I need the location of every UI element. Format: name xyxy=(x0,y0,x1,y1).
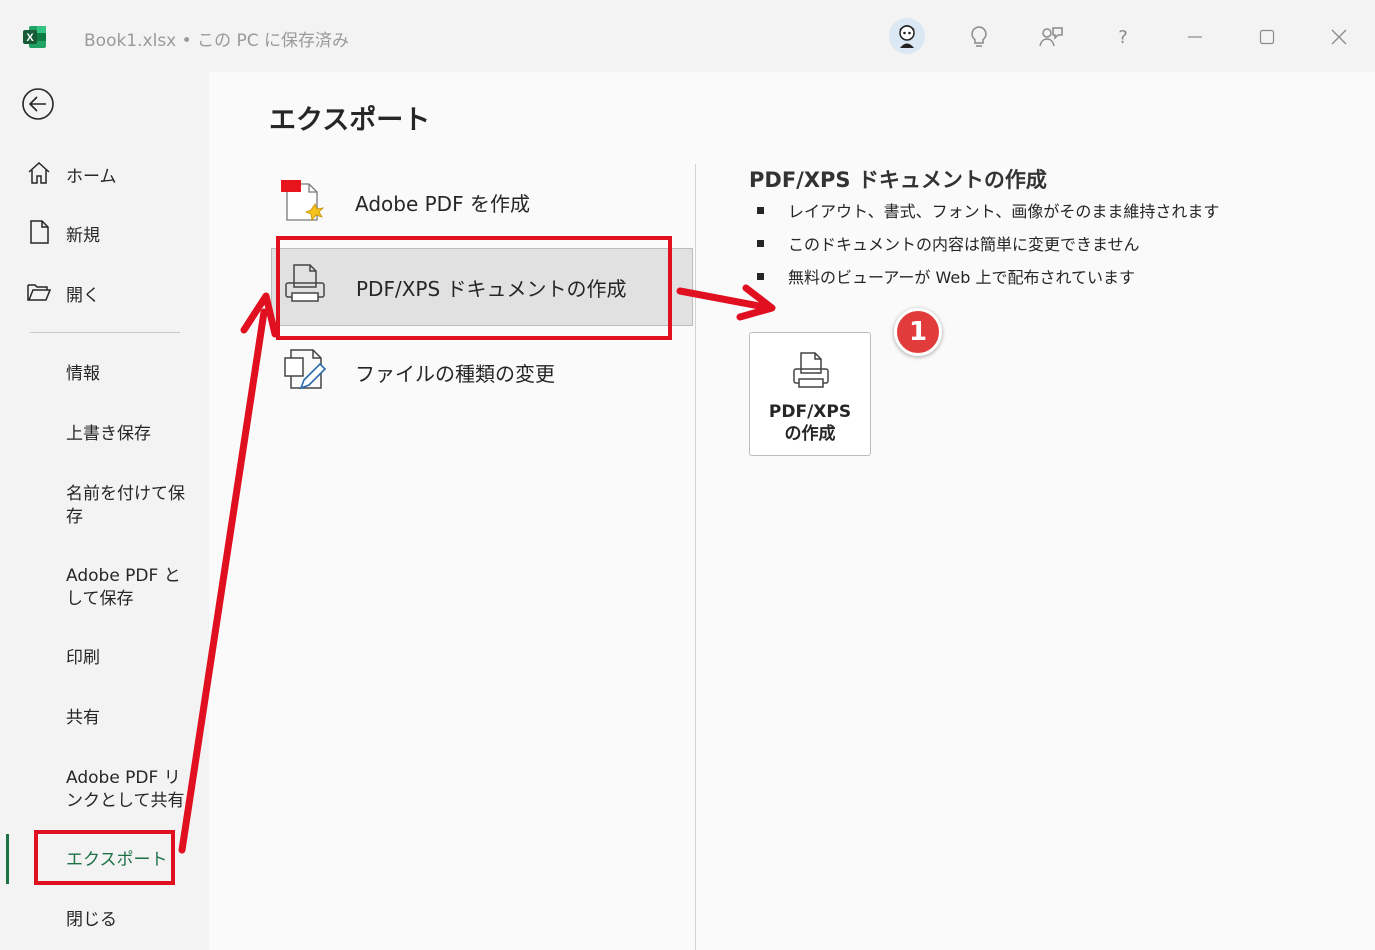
nav-save-as[interactable]: 名前を付けて保存 xyxy=(66,483,196,529)
nav-info[interactable]: 情報 xyxy=(66,363,196,386)
pane-divider xyxy=(695,164,696,950)
nav-export[interactable]: エクスポート xyxy=(66,849,196,872)
create-button-label-line1: PDF/XPS xyxy=(768,402,852,422)
nav-share[interactable]: 共有 xyxy=(66,707,196,730)
option-change-file-type[interactable]: ファイルの種類の変更 xyxy=(271,334,693,412)
nav-home[interactable]: ホーム xyxy=(0,160,209,188)
svg-text:X: X xyxy=(26,32,34,44)
open-folder-icon xyxy=(27,284,52,301)
nav-open[interactable]: 開く xyxy=(0,279,209,307)
bullet-item: レイアウト、書式、フォント、画像がそのまま維持されます xyxy=(757,198,1219,222)
active-indicator xyxy=(6,834,9,884)
nav-close[interactable]: 閉じる xyxy=(66,909,196,932)
home-icon xyxy=(28,161,50,184)
backstage-nav: ホーム 新規 開く 情報 上書き保存 名前を付けて保存 Adobe PDF とし… xyxy=(0,72,209,950)
help-icon[interactable]: ? xyxy=(1104,18,1142,56)
title-separator: • xyxy=(181,31,192,51)
change-file-type-icon xyxy=(284,349,327,390)
coauthor-icon[interactable] xyxy=(1032,18,1070,56)
nav-new[interactable]: 新規 xyxy=(0,219,209,247)
option-change-file-type-label: ファイルの種類の変更 xyxy=(355,362,555,386)
detail-title: PDF/XPS ドキュメントの作成 xyxy=(749,168,1047,192)
adobe-pdf-icon xyxy=(281,180,325,221)
option-adobe-pdf[interactable]: Adobe PDF を作成 xyxy=(271,164,693,242)
back-arrow-icon xyxy=(22,88,54,120)
nav-divider xyxy=(30,332,180,333)
maximize-icon[interactable] xyxy=(1248,18,1286,56)
printer-document-icon xyxy=(793,352,829,388)
new-document-icon xyxy=(30,220,49,244)
nav-share-adobe-pdf-link[interactable]: Adobe PDF リンクとして共有 xyxy=(66,767,186,813)
option-adobe-pdf-label: Adobe PDF を作成 xyxy=(355,192,530,216)
nav-save-as-adobe-pdf[interactable]: Adobe PDF として保存 xyxy=(66,565,186,611)
create-button-label-line2: の作成 xyxy=(784,424,836,444)
back-button[interactable] xyxy=(20,86,56,122)
close-icon[interactable] xyxy=(1320,18,1358,56)
minimize-icon[interactable] xyxy=(1176,18,1214,56)
export-pane: エクスポート Adobe PDF を作成 PDF/XPS ドキュメントの作成 フ… xyxy=(209,72,1375,950)
file-name: Book1.xlsx xyxy=(84,31,177,51)
printer-document-icon xyxy=(285,264,325,302)
bullet-item: このドキュメントの内容は簡単に変更できません xyxy=(757,231,1140,255)
lightbulb-icon[interactable] xyxy=(960,18,998,56)
page-title: エクスポート xyxy=(269,105,431,136)
bullet-item: 無料のビューアーが Web 上で配布されています xyxy=(757,264,1135,288)
create-pdf-xps-button[interactable]: PDF/XPS の作成 xyxy=(749,332,871,456)
save-status: この PC に保存済み xyxy=(197,31,350,51)
excel-app-icon: X xyxy=(23,26,46,48)
option-pdf-xps[interactable]: PDF/XPS ドキュメントの作成 xyxy=(271,248,693,326)
nav-print[interactable]: 印刷 xyxy=(66,647,196,670)
avatar[interactable] xyxy=(889,18,925,54)
option-pdf-xps-label: PDF/XPS ドキュメントの作成 xyxy=(356,277,627,301)
title-bar: X Book1.xlsx • この PC に保存済み ? xyxy=(0,0,1375,72)
nav-save[interactable]: 上書き保存 xyxy=(66,423,196,446)
avatar-image xyxy=(889,18,925,54)
document-title: Book1.xlsx • この PC に保存済み xyxy=(84,26,349,51)
step-badge: 1 xyxy=(894,308,942,356)
